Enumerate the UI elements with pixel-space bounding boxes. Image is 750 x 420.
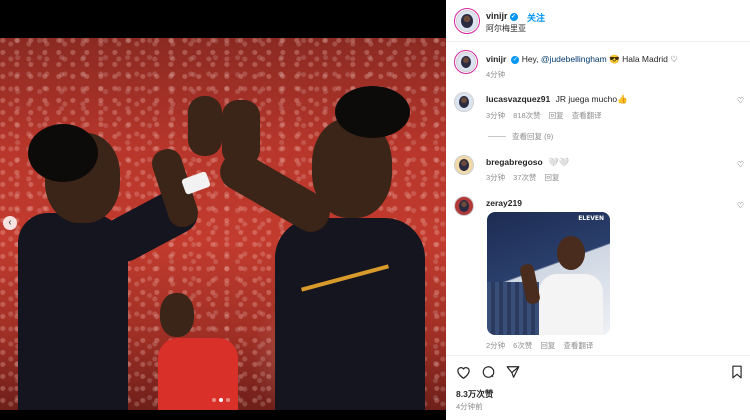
translate-button[interactable]: 查看翻译 <box>572 110 602 121</box>
view-replies-label: 查看回复 (9) <box>512 132 554 141</box>
media-viewer: ‹ <box>0 0 446 420</box>
comment-username[interactable]: lucasvazquez91 <box>486 94 550 104</box>
caption-meta: 4分钟 <box>486 69 505 80</box>
comment-username[interactable]: zeray219 <box>486 198 522 208</box>
comment-avatar-wrap[interactable] <box>454 155 474 175</box>
reply-button[interactable]: 回复 <box>540 340 555 351</box>
avatar[interactable] <box>454 155 474 175</box>
reply-button[interactable]: 回复 <box>545 172 560 183</box>
comment-like-heart-icon[interactable]: ♡ <box>737 160 744 169</box>
comment-icon[interactable] <box>481 365 496 381</box>
username[interactable]: vinijr <box>486 11 508 21</box>
gif-player-shirt <box>539 274 603 335</box>
comment-content: 🤍🤍 <box>548 157 570 167</box>
comment-likes[interactable]: 6次赞 <box>513 340 532 351</box>
gif-player-head <box>557 236 585 270</box>
caption-suffix: Hala Madrid <box>622 54 668 64</box>
caption-time: 4分钟 <box>486 70 506 79</box>
comment-meta: 3分钟 818次赞 回复 查看翻译 <box>486 110 602 121</box>
likes-count[interactable]: 8.3万次赞 <box>456 388 493 400</box>
caption-text: vinijr ✓ Hey, @judebellingham 😎 Hala Madr… <box>486 54 731 65</box>
player-left-hand <box>188 96 222 156</box>
location-link[interactable]: 阿尔梅里亚 <box>486 23 526 34</box>
post-panel: vinijr ✓ 关注 阿尔梅里亚 vinijr ✓ Hey, @judebelli… <box>446 0 750 420</box>
comment-likes[interactable]: 818次赞 <box>513 110 541 121</box>
caption-username[interactable]: vinijr <box>486 54 506 64</box>
mention-link[interactable]: @judebellingham <box>541 54 607 64</box>
verified-badge-icon: ✓ <box>511 55 520 64</box>
comment-like-heart-icon[interactable]: ♡ <box>737 201 744 210</box>
comment-avatar-wrap[interactable] <box>454 92 474 112</box>
gif-brand-label: ELEVEN <box>578 215 604 222</box>
translate-button[interactable]: 查看翻译 <box>563 340 593 351</box>
background-player-head <box>160 293 194 337</box>
caption-prefix: Hey, <box>521 54 539 64</box>
story-ring[interactable] <box>454 8 480 34</box>
heart-icon[interactable] <box>456 365 471 381</box>
post-header: vinijr ✓ 关注 阿尔梅里亚 <box>446 0 750 42</box>
avatar[interactable] <box>454 196 474 216</box>
carousel-dot <box>212 398 216 402</box>
follow-button[interactable]: 关注 <box>527 11 545 24</box>
comment-time: 2分钟 <box>486 341 506 350</box>
comment-likes[interactable]: 37次赞 <box>513 172 536 183</box>
player-right-hair <box>335 86 410 138</box>
comment-gif[interactable]: ELEVEN <box>487 212 610 335</box>
avatar[interactable] <box>454 92 474 112</box>
share-icon[interactable] <box>506 365 520 381</box>
comment-like-heart-icon[interactable]: ♡ <box>737 96 744 105</box>
carousel-dots <box>212 398 230 402</box>
comment-content: JR juega mucho👍 <box>555 94 628 104</box>
comment-text: bregabregoso 🤍🤍 <box>486 157 731 168</box>
carousel-dot <box>226 398 230 402</box>
comment-text: lucasvazquez91 JR juega mucho👍 <box>486 94 731 105</box>
comment-time: 3分钟 <box>486 173 506 182</box>
player-left-hair <box>28 124 98 182</box>
view-replies-button[interactable]: 查看回复 (9) <box>488 131 553 142</box>
bookmark-icon[interactable] <box>731 365 743 381</box>
post-timestamp: 4分钟前 <box>456 402 483 411</box>
heart-emoji-icon: ♡ <box>670 54 678 64</box>
reply-button[interactable]: 回复 <box>549 110 564 121</box>
avatar[interactable] <box>456 52 476 72</box>
sunglasses-emoji: 😎 <box>609 54 620 64</box>
player-right-torso <box>275 218 425 410</box>
story-ring[interactable] <box>454 50 478 74</box>
comment-avatar-wrap[interactable] <box>454 196 474 216</box>
comment-meta: 2分钟 6次赞 回复 查看翻译 <box>486 340 593 351</box>
action-bar <box>446 355 750 385</box>
post-photo[interactable] <box>0 38 446 410</box>
username-link[interactable]: vinijr ✓ <box>486 11 518 21</box>
comment-meta: 3分钟 37次赞 回复 <box>486 172 560 183</box>
comment-time: 3分钟 <box>486 111 506 120</box>
comment-username[interactable]: bregabregoso <box>486 157 543 167</box>
replies-divider <box>488 136 506 137</box>
carousel-prev-button[interactable]: ‹ <box>3 216 17 230</box>
avatar[interactable] <box>456 10 478 32</box>
comment-text: zeray219 <box>486 198 731 209</box>
carousel-dot-active <box>219 398 223 402</box>
verified-badge-icon: ✓ <box>509 12 518 21</box>
player-right-hand <box>222 100 260 166</box>
